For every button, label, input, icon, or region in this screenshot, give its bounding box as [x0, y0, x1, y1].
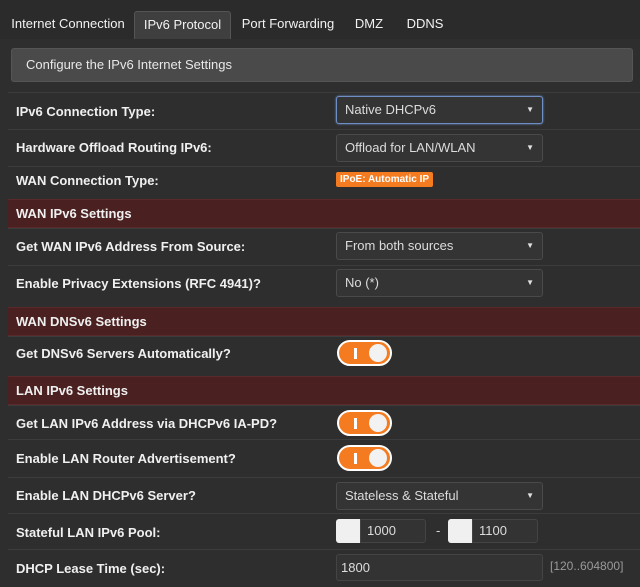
chevron-down-icon: ▼: [526, 143, 534, 152]
ipv6-connection-type-select[interactable]: Native DHCPv6 ▼: [336, 96, 543, 124]
lease-time-input[interactable]: 1800: [336, 554, 543, 581]
row-ipv6-connection-type: IPv6 Connection Type:: [8, 92, 640, 129]
wan-connection-type-badge: IPoE: Automatic IP: [336, 172, 434, 187]
toggle-on-indicator: [354, 348, 357, 359]
chevron-down-icon: ▼: [526, 105, 534, 114]
tab-ipv6-protocol[interactable]: IPv6 Protocol: [134, 11, 231, 39]
hw-offload-value: Offload for LAN/WLAN: [345, 140, 476, 155]
row-stateful-pool: Stateful LAN IPv6 Pool:: [8, 513, 640, 549]
hw-offload-label: Hardware Offload Routing IPv6:: [16, 140, 212, 155]
dnsv6-auto-toggle[interactable]: [337, 340, 392, 366]
chevron-down-icon: ▼: [526, 278, 534, 287]
panel-title: Configure the IPv6 Internet Settings: [11, 48, 633, 82]
lan-router-adv-label: Enable LAN Router Advertisement?: [16, 451, 236, 466]
row-privacy-extensions: Enable Privacy Extensions (RFC 4941)?: [8, 265, 640, 303]
lease-time-range-hint: [120..604800]: [550, 559, 624, 573]
row-hw-offload: Hardware Offload Routing IPv6:: [8, 129, 640, 166]
wan-ipv6-source-value: From both sources: [345, 238, 454, 253]
section-wan-ipv6-title: WAN IPv6 Settings: [16, 206, 132, 221]
row-lan-ia-pd: Get LAN IPv6 Address via DHCPv6 IA-PD?: [8, 405, 640, 439]
lan-router-adv-toggle[interactable]: [337, 445, 392, 471]
tab-port-forwarding[interactable]: Port Forwarding: [232, 11, 344, 39]
toggle-on-indicator: [354, 453, 357, 464]
row-lease-time: DHCP Lease Time (sec):: [8, 549, 640, 587]
wan-connection-type-label: WAN Connection Type:: [16, 173, 159, 188]
row-lan-router-adv: Enable LAN Router Advertisement?: [8, 439, 640, 477]
hw-offload-select[interactable]: Offload for LAN/WLAN ▼: [336, 134, 543, 162]
lan-ia-pd-toggle[interactable]: [337, 410, 392, 436]
row-dnsv6-auto: Get DNSv6 Servers Automatically?: [8, 336, 640, 375]
privacy-extensions-select[interactable]: No (*) ▼: [336, 269, 543, 297]
section-wan-ipv6: WAN IPv6 Settings: [8, 199, 640, 228]
section-wan-dnsv6-title: WAN DNSv6 Settings: [16, 314, 147, 329]
pool-end-input[interactable]: 1100: [472, 519, 538, 543]
dnsv6-auto-label: Get DNSv6 Servers Automatically?: [16, 346, 231, 361]
toggle-knob: [369, 344, 387, 362]
chevron-down-icon: ▼: [526, 241, 534, 250]
row-wan-connection-type: WAN Connection Type:: [8, 166, 640, 199]
ipv6-connection-type-value: Native DHCPv6: [345, 102, 437, 117]
toggle-knob: [369, 449, 387, 467]
row-lan-dhcpv6: Enable LAN DHCPv6 Server?: [8, 477, 640, 513]
section-lan-ipv6-title: LAN IPv6 Settings: [16, 383, 128, 398]
pool-end-prefix: [448, 519, 472, 543]
toggle-knob: [369, 414, 387, 432]
lease-time-label: DHCP Lease Time (sec):: [16, 561, 166, 576]
toggle-on-indicator: [354, 418, 357, 429]
tab-dmz[interactable]: DMZ: [345, 11, 393, 39]
lan-dhcpv6-select[interactable]: Stateless & Stateful ▼: [336, 482, 543, 510]
section-lan-ipv6: LAN IPv6 Settings: [8, 376, 640, 405]
pool-start-prefix: [336, 519, 360, 543]
wan-ipv6-source-select[interactable]: From both sources ▼: [336, 232, 543, 260]
settings-panel: Configure the IPv6 Internet Settings IPv…: [0, 39, 640, 587]
tab-ddns[interactable]: DDNS: [395, 11, 455, 39]
lan-ia-pd-label: Get LAN IPv6 Address via DHCPv6 IA-PD?: [16, 416, 278, 431]
section-wan-dnsv6: WAN DNSv6 Settings: [8, 307, 640, 336]
lan-dhcpv6-label: Enable LAN DHCPv6 Server?: [16, 488, 196, 503]
wan-ipv6-source-label: Get WAN IPv6 Address From Source:: [16, 239, 246, 254]
stateful-pool-label: Stateful LAN IPv6 Pool:: [16, 525, 161, 540]
ipv6-connection-type-label: IPv6 Connection Type:: [16, 104, 156, 119]
pool-start-input[interactable]: 1000: [360, 519, 426, 543]
lan-dhcpv6-value: Stateless & Stateful: [345, 488, 459, 503]
privacy-extensions-label: Enable Privacy Extensions (RFC 4941)?: [16, 276, 261, 291]
pool-separator: -: [436, 523, 441, 538]
privacy-extensions-value: No (*): [345, 275, 379, 290]
tab-bar: Internet Connection IPv6 Protocol Port F…: [0, 0, 640, 39]
row-wan-ipv6-source: Get WAN IPv6 Address From Source:: [8, 228, 640, 265]
chevron-down-icon: ▼: [526, 491, 534, 500]
tab-internet-connection[interactable]: Internet Connection: [3, 11, 133, 39]
